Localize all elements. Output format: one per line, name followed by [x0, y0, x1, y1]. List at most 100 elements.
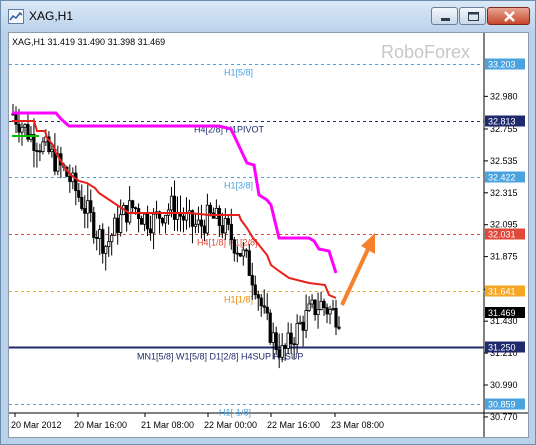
candle-body	[95, 237, 99, 239]
candle-body	[310, 299, 314, 305]
candle-body	[98, 229, 102, 239]
maximize-button[interactable]	[459, 7, 486, 25]
candle-body	[193, 223, 198, 227]
maximize-icon	[468, 12, 479, 21]
candles	[11, 103, 341, 369]
candle-body	[208, 204, 212, 214]
candle-body	[268, 312, 272, 343]
candle-body	[89, 200, 93, 213]
candle-body	[35, 150, 39, 152]
level-price-text: 30.859	[488, 400, 516, 410]
close-icon	[504, 11, 515, 22]
x-tick-label: 20 Mar 16:00	[74, 420, 127, 430]
level-label: H4[1/8] H1[2/8]	[197, 238, 258, 248]
level-price-text: 31.250	[488, 343, 516, 353]
candle-body	[229, 223, 233, 241]
candle-body	[50, 148, 54, 153]
current-price-tag: 31.469	[485, 307, 525, 318]
candle-body	[110, 234, 114, 243]
level-price-text: 32.031	[488, 230, 516, 240]
candle-body	[184, 212, 189, 221]
candle-body	[313, 299, 317, 315]
candle-body	[41, 141, 45, 152]
level-price-text: 31.641	[488, 287, 516, 297]
magenta-step-line	[12, 111, 338, 274]
x-tick-label: 22 Mar 16:00	[267, 420, 320, 430]
candle-body	[119, 214, 123, 233]
y-tick-label: 32.315	[490, 188, 518, 198]
candle-body	[271, 332, 275, 343]
candle-body	[322, 300, 326, 309]
candle-body	[298, 321, 302, 324]
chart-window: XAG,H1 XAG,H1 31.419 31.490 31.398 31.46…	[0, 0, 536, 445]
candle-body	[142, 213, 147, 225]
candle-body	[131, 200, 135, 209]
candle-body	[214, 207, 218, 219]
candle-body	[331, 307, 335, 310]
candle-body	[92, 212, 96, 238]
x-tick-label: 21 Mar 08:00	[141, 420, 194, 430]
candle-body	[202, 225, 207, 234]
x-tick-label: 22 Mar 00:00	[204, 420, 257, 430]
murrey-levels: H1[5/8]H4[2/8] H1PIVOTH1[3/8]H4[1/8] H1[…	[9, 64, 484, 418]
candle-body	[286, 332, 290, 349]
candle-body	[26, 124, 30, 140]
candle-body	[262, 305, 266, 308]
candle-body	[337, 326, 341, 329]
candle-body	[244, 249, 248, 252]
candle-body	[169, 195, 174, 211]
candle-body	[113, 217, 117, 236]
candle-body	[38, 150, 42, 153]
candle-body	[217, 207, 221, 226]
candle-body	[160, 217, 165, 224]
candle-body	[163, 214, 168, 224]
chart-area[interactable]: XAG,H1 31.419 31.490 31.398 31.469 RoboF…	[8, 32, 529, 438]
candle-body	[23, 124, 27, 128]
candle-body	[292, 343, 296, 346]
minimize-button[interactable]	[431, 7, 458, 25]
candle-body	[295, 323, 299, 345]
price-chart[interactable]: XAG,H1 31.419 31.490 31.398 31.469 RoboF…	[9, 33, 528, 437]
candle-body	[241, 249, 245, 257]
candle-body	[107, 241, 111, 248]
minimize-icon	[441, 18, 450, 21]
candle-body	[68, 175, 72, 183]
level-label: H1[-1/8]	[219, 408, 251, 418]
y-tick-label: 32.535	[490, 156, 518, 166]
candle-body	[14, 113, 18, 125]
candle-body	[17, 123, 21, 133]
close-button[interactable]	[487, 7, 530, 25]
level-price-text: 32.813	[488, 117, 516, 127]
candle-body	[283, 345, 287, 349]
y-tick-label: 30.990	[490, 380, 518, 390]
current-price-label: 31.469	[488, 308, 516, 318]
candle-body	[325, 307, 329, 315]
candle-body	[140, 218, 144, 225]
y-tick-label: 31.875	[490, 252, 518, 262]
candle-body	[232, 239, 236, 254]
y-tick-label: 30.770	[490, 412, 518, 422]
candle-body	[265, 306, 269, 314]
candle-body	[83, 208, 87, 214]
level-label: H1[3/8]	[224, 181, 253, 191]
price-axis: 32.98032.75532.53532.31532.09531.87531.6…	[484, 91, 518, 422]
candle-body	[289, 332, 293, 345]
candle-body	[274, 332, 278, 351]
candle-body	[304, 310, 308, 331]
level-label: H1[5/8]	[224, 68, 253, 78]
candle-body	[20, 126, 24, 133]
candle-body	[116, 217, 120, 233]
x-tick-label: 23 Mar 08:00	[331, 420, 384, 430]
candle-body	[128, 200, 132, 223]
candle-body	[235, 252, 239, 255]
candle-body	[226, 218, 230, 225]
title-bar[interactable]: XAG,H1	[1, 1, 535, 31]
candle-body	[86, 200, 90, 214]
candle-body	[220, 225, 224, 234]
trend-arrow	[340, 233, 375, 306]
candle-body	[196, 219, 201, 225]
candle-body	[259, 297, 263, 307]
candle-body	[307, 303, 311, 311]
candle-body	[172, 195, 177, 220]
candle-body	[301, 321, 305, 331]
